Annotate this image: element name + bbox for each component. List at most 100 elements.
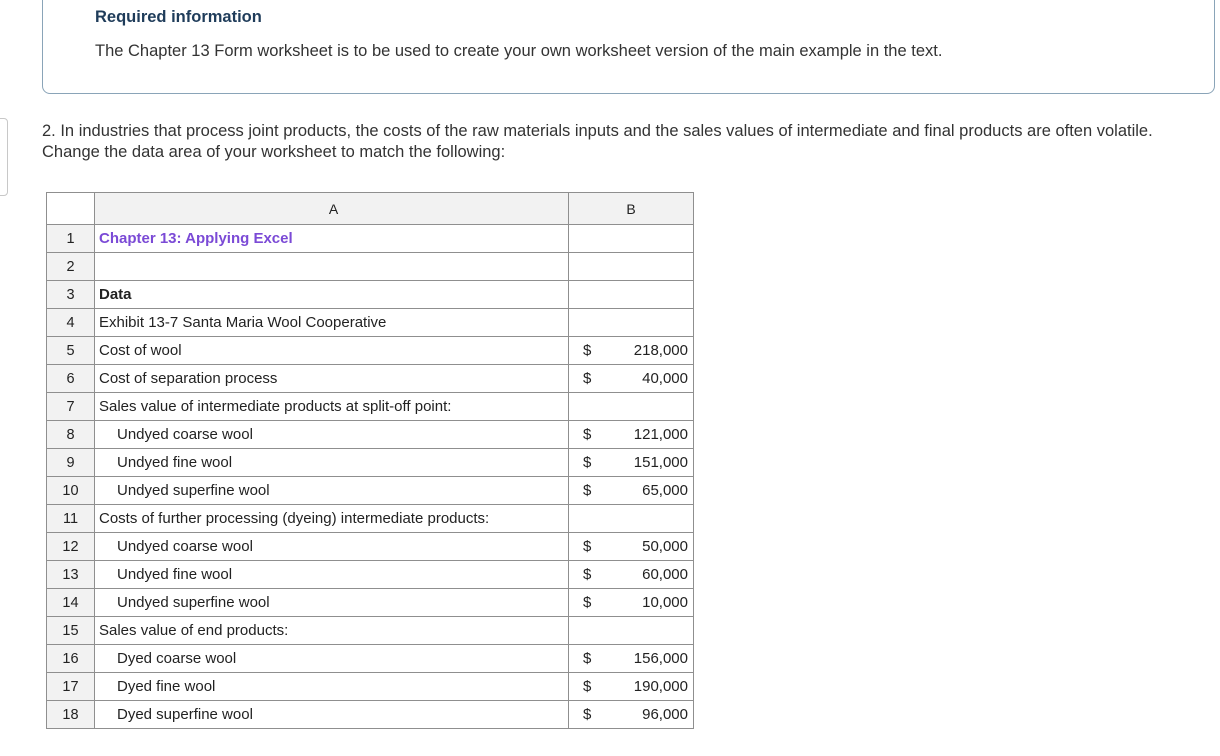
cell-b: $156,000 [568, 644, 694, 673]
info-title: Required information [95, 8, 262, 26]
row-number: 16 [46, 644, 95, 673]
table-row: 5 Cost of wool $218,000 [46, 336, 694, 365]
cell-value: 65,000 [642, 482, 688, 499]
cell-value: 151,000 [633, 454, 688, 471]
cell-a: Dyed superfine wool [94, 700, 569, 729]
cell-b [568, 224, 694, 253]
cell-a [94, 252, 569, 281]
cell-value: 156,000 [633, 650, 688, 667]
table-row: 10 Undyed superfine wool $65,000 [46, 476, 694, 505]
row-number: 5 [46, 336, 95, 365]
table-row: 11 Costs of further processing (dyeing) … [46, 504, 694, 533]
currency-symbol: $ [583, 454, 592, 471]
currency-symbol: $ [583, 566, 592, 583]
cell-a: Sales value of end products: [94, 616, 569, 645]
cell-a: Undyed fine wool [94, 560, 569, 589]
row-number: 6 [46, 364, 95, 393]
currency-symbol: $ [583, 678, 592, 695]
cell-b: $151,000 [568, 448, 694, 477]
row-number: 1 [46, 224, 95, 253]
table-row: 16 Dyed coarse wool $156,000 [46, 644, 694, 673]
question-text: 2. In industries that process joint prod… [42, 122, 1153, 161]
row-number: 15 [46, 616, 95, 645]
cell-b: $50,000 [568, 532, 694, 561]
cell-b: $218,000 [568, 336, 694, 365]
row-number: 18 [46, 700, 95, 729]
worksheet-table: A B 1 Chapter 13: Applying Excel 2 3 Dat… [46, 192, 694, 729]
cell-value: 60,000 [642, 566, 688, 583]
row-number: 3 [46, 280, 95, 309]
row-number: 13 [46, 560, 95, 589]
currency-symbol: $ [583, 650, 592, 667]
cell-a: Cost of separation process [94, 364, 569, 393]
cell-a: Exhibit 13-7 Santa Maria Wool Cooperativ… [94, 308, 569, 337]
cell-b [568, 616, 694, 645]
cell-a: Undyed coarse wool [94, 420, 569, 449]
cell-b: $10,000 [568, 588, 694, 617]
cell-value: 121,000 [633, 426, 688, 443]
cell-a: Sales value of intermediate products at … [94, 392, 569, 421]
table-row: 6 Cost of separation process $40,000 [46, 364, 694, 393]
side-tab [0, 118, 8, 196]
cell-b: $60,000 [568, 560, 694, 589]
table-row: 12 Undyed coarse wool $50,000 [46, 532, 694, 561]
table-row: 8 Undyed coarse wool $121,000 [46, 420, 694, 449]
row-number: 8 [46, 420, 95, 449]
table-row: 13 Undyed fine wool $60,000 [46, 560, 694, 589]
row-number: 7 [46, 392, 95, 421]
corner-cell [46, 192, 95, 225]
cell-a: Cost of wool [94, 336, 569, 365]
currency-symbol: $ [583, 482, 592, 499]
row-number: 4 [46, 308, 95, 337]
column-header-b: B [568, 192, 694, 225]
table-row: 17 Dyed fine wool $190,000 [46, 672, 694, 701]
table-row: 4 Exhibit 13-7 Santa Maria Wool Cooperat… [46, 308, 694, 337]
table-row: 9 Undyed fine wool $151,000 [46, 448, 694, 477]
cell-value: 50,000 [642, 538, 688, 555]
cell-a: Costs of further processing (dyeing) int… [94, 504, 569, 533]
row-number: 12 [46, 532, 95, 561]
cell-a: Dyed fine wool [94, 672, 569, 701]
cell-b [568, 392, 694, 421]
table-row: 7 Sales value of intermediate products a… [46, 392, 694, 421]
info-text: The Chapter 13 Form worksheet is to be u… [95, 42, 943, 60]
cell-value: 190,000 [633, 678, 688, 695]
currency-symbol: $ [583, 342, 592, 359]
cell-b [568, 280, 694, 309]
cell-a: Undyed fine wool [94, 448, 569, 477]
cell-a-data-heading: Data [94, 280, 569, 309]
table-row: 18 Dyed superfine wool $96,000 [46, 700, 694, 729]
row-number: 14 [46, 588, 95, 617]
cell-a: Undyed coarse wool [94, 532, 569, 561]
cell-a: Undyed superfine wool [94, 588, 569, 617]
cell-a: Undyed superfine wool [94, 476, 569, 505]
cell-b [568, 252, 694, 281]
row-number: 9 [46, 448, 95, 477]
currency-symbol: $ [583, 706, 592, 723]
currency-symbol: $ [583, 594, 592, 611]
column-header-a: A [94, 192, 569, 225]
cell-a-title: Chapter 13: Applying Excel [94, 224, 569, 253]
cell-b: $40,000 [568, 364, 694, 393]
cell-b [568, 308, 694, 337]
cell-b: $121,000 [568, 420, 694, 449]
table-row: 15 Sales value of end products: [46, 616, 694, 645]
row-number: 10 [46, 476, 95, 505]
currency-symbol: $ [583, 370, 592, 387]
cell-b: $96,000 [568, 700, 694, 729]
cell-value: 40,000 [642, 370, 688, 387]
currency-symbol: $ [583, 538, 592, 555]
row-number: 17 [46, 672, 95, 701]
table-row: 3 Data [46, 280, 694, 309]
row-number: 2 [46, 252, 95, 281]
column-header-row: A B [46, 192, 694, 225]
cell-value: 218,000 [633, 342, 688, 359]
currency-symbol: $ [583, 426, 592, 443]
cell-value: 96,000 [642, 706, 688, 723]
cell-a: Dyed coarse wool [94, 644, 569, 673]
cell-b [568, 504, 694, 533]
table-row: 2 [46, 252, 694, 281]
table-row: 14 Undyed superfine wool $10,000 [46, 588, 694, 617]
cell-b: $190,000 [568, 672, 694, 701]
cell-value: 10,000 [642, 594, 688, 611]
